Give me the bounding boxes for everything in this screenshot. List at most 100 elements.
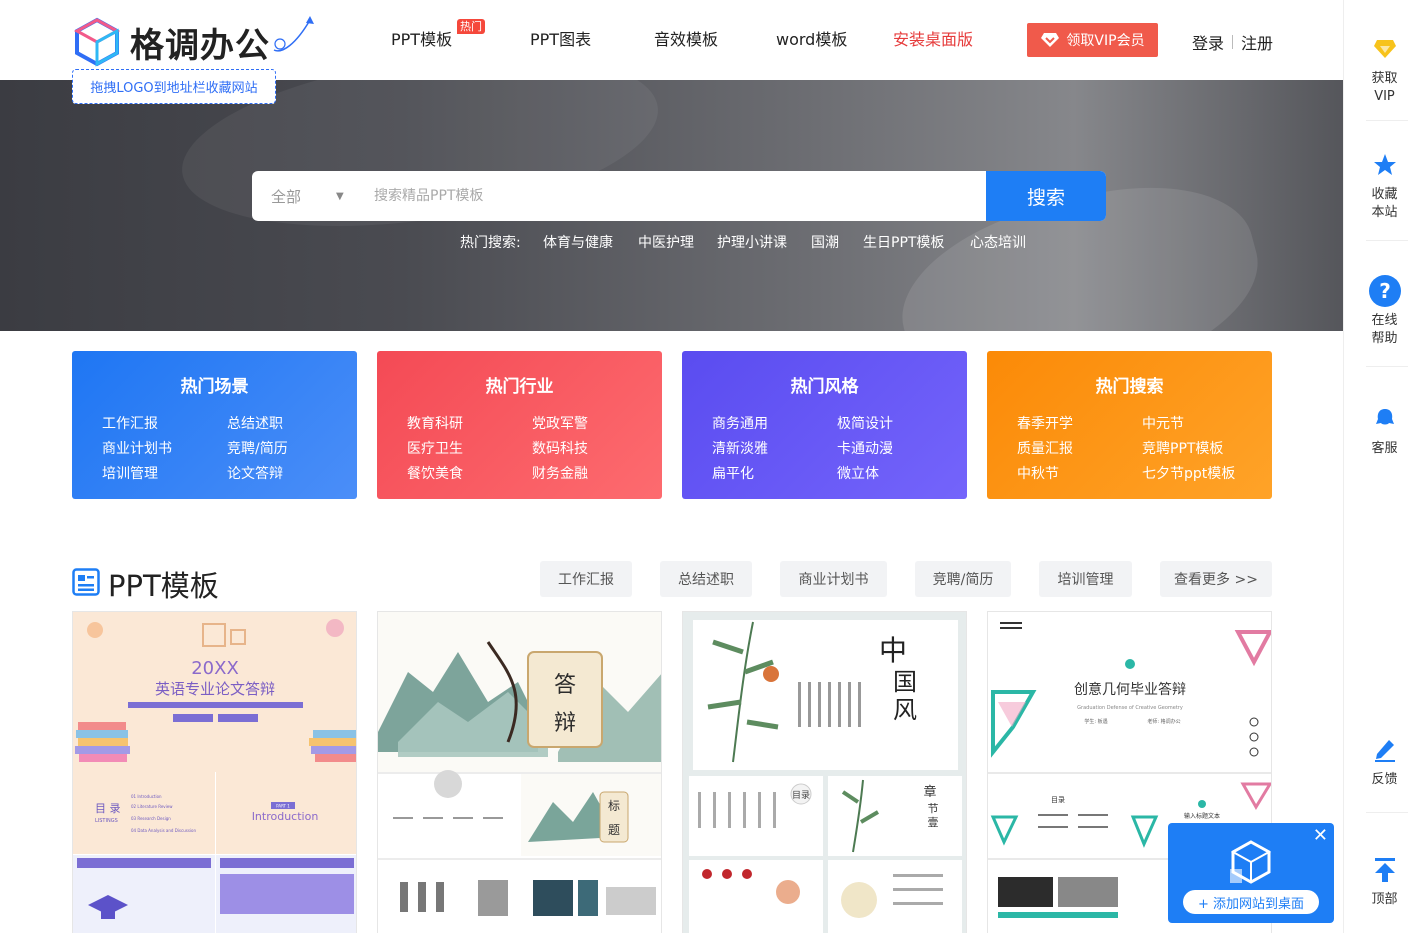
- search-input[interactable]: [352, 171, 986, 221]
- add-to-desktop-button[interactable]: + 添加网站到桌面: [1183, 890, 1319, 914]
- hot-search-term[interactable]: 护理小讲课: [717, 232, 787, 252]
- category-card-scenes: 热门场景 工作汇报 总结述职 商业计划书 竞聘/简历 培训管理 论文答辩: [72, 351, 357, 499]
- logo-drag-tip: 拖拽LOGO到地址栏收藏网站: [72, 69, 276, 104]
- logo-cube-icon: [73, 17, 121, 67]
- rail-divider: [1366, 366, 1408, 367]
- category-link[interactable]: 总结述职: [227, 413, 283, 433]
- thumbnail-text: 01 Introduction: [131, 794, 162, 799]
- login-link[interactable]: 登录: [1192, 30, 1224, 54]
- category-link[interactable]: 论文答辩: [227, 463, 283, 483]
- category-link[interactable]: 卡通动漫: [837, 438, 893, 458]
- close-icon[interactable]: ✕: [1313, 825, 1328, 846]
- thumbnail-text: 英语专业论文答辩: [155, 680, 275, 698]
- category-link[interactable]: 质量汇报: [1017, 438, 1073, 458]
- category-link[interactable]: 培训管理: [102, 463, 158, 483]
- hot-search-term[interactable]: 生日PPT模板: [863, 232, 944, 252]
- hot-search-term[interactable]: 国潮: [811, 232, 839, 252]
- thumbnail-text: 学生: 板遇: [1084, 718, 1107, 725]
- hot-search-term[interactable]: 中医护理: [638, 232, 694, 252]
- pen-icon: [1368, 733, 1402, 767]
- thumbnail-text: 老师: 格调办公: [1147, 718, 1180, 725]
- back-to-top-icon: [1368, 853, 1402, 887]
- hero-decoration: [171, 80, 669, 253]
- rail-label: 收藏本站: [1371, 187, 1398, 220]
- category-link[interactable]: 春季开学: [1017, 413, 1073, 433]
- category-title: 热门行业: [485, 377, 554, 397]
- category-card-styles: 热门风格 商务通用 极简设计 清新淡雅 卡通动漫 扁平化 微立体: [682, 351, 967, 499]
- category-link[interactable]: 中秋节: [1017, 463, 1059, 483]
- template-thumbnail[interactable]: 20XX 英语专业论文答辩 目 录 LISTINGS 01 Introducti…: [72, 611, 357, 933]
- nav-ppt-charts[interactable]: PPT图表: [530, 26, 591, 54]
- register-link[interactable]: 注册: [1241, 30, 1273, 54]
- hot-search-term[interactable]: 体育与健康: [543, 232, 613, 252]
- thumbnail-text: 国: [893, 668, 917, 696]
- category-link[interactable]: 教育科研: [407, 413, 463, 433]
- category-link[interactable]: 清新淡雅: [712, 438, 768, 458]
- hot-search-term[interactable]: 心态培训: [970, 232, 1026, 252]
- hero-banner: 全部 ▼ 搜索 热门搜索: 体育与健康 中医护理 护理小讲课 国潮 生日PPT模…: [0, 80, 1343, 331]
- logo[interactable]: 格调办公: [72, 14, 314, 70]
- search-category-select[interactable]: 全部 ▼: [252, 171, 352, 221]
- category-link[interactable]: 商务通用: [712, 413, 768, 433]
- thumbnail-text: 壹: [928, 816, 939, 829]
- rail-label: 客服: [1371, 441, 1398, 456]
- thumbnail-preview: 20XX 英语专业论文答辩 目 录 LISTINGS 01 Introducti…: [73, 612, 356, 933]
- search-category-value: 全部: [271, 187, 302, 206]
- section-tag[interactable]: 培训管理: [1039, 561, 1132, 597]
- nav-word-templates[interactable]: word模板: [776, 26, 847, 54]
- nav-ppt-templates[interactable]: PPT模板 热门: [391, 19, 485, 54]
- rail-feedback[interactable]: 反馈: [1344, 733, 1424, 789]
- rail-customer-service[interactable]: 客服: [1344, 402, 1424, 458]
- thumbnail-text: Introduction: [252, 810, 319, 823]
- nav-audio-templates[interactable]: 音效模板: [654, 26, 718, 54]
- section-tag[interactable]: 总结述职: [660, 561, 752, 597]
- add-to-desktop-popup: ✕ + 添加网站到桌面: [1168, 823, 1334, 923]
- thumbnail-preview: 中 国 风 目录 章 节 壹: [683, 612, 966, 933]
- auth-divider: [1232, 35, 1234, 49]
- help-icon: ?: [1368, 274, 1402, 308]
- rail-online-help[interactable]: ? 在线帮助: [1344, 274, 1424, 348]
- category-link[interactable]: 工作汇报: [102, 413, 158, 433]
- rail-divider: [1366, 240, 1408, 241]
- section-tag[interactable]: 商业计划书: [780, 561, 887, 597]
- header: 格调办公 拖拽LOGO到地址栏收藏网站 PPT模板 热门 PPT图表 音效模板 …: [0, 0, 1343, 104]
- category-link[interactable]: 中元节: [1142, 413, 1184, 433]
- rail-bookmark[interactable]: 收藏本站: [1344, 148, 1424, 222]
- category-link[interactable]: 医疗卫生: [407, 438, 463, 458]
- category-link[interactable]: 极简设计: [837, 413, 893, 433]
- thumbnail-text: 目 录: [95, 802, 121, 815]
- nav-install-desktop[interactable]: 安装桌面版: [893, 26, 973, 54]
- template-thumbnail[interactable]: 中 国 风 目录 章 节 壹: [682, 611, 967, 933]
- category-link[interactable]: 扁平化: [712, 463, 754, 483]
- category-link[interactable]: 微立体: [837, 463, 879, 483]
- logo-swoosh-icon: [273, 16, 314, 52]
- category-link[interactable]: 商业计划书: [102, 438, 172, 458]
- section-tag[interactable]: 竞聘/简历: [915, 561, 1011, 597]
- category-link[interactable]: 数码科技: [532, 438, 588, 458]
- rail-label: 在线帮助: [1371, 313, 1398, 346]
- thumbnail-text: 输入标题文本: [1184, 812, 1220, 820]
- right-sidebar: 获取VIP 收藏本站 ? 在线帮助 客服 反馈 顶部: [1343, 0, 1424, 933]
- thumbnail-text: 标: [608, 799, 620, 813]
- view-more-tag[interactable]: 查看更多 >>: [1160, 561, 1272, 597]
- get-vip-button[interactable]: 领取VIP会员: [1027, 23, 1158, 57]
- template-thumbnail[interactable]: 答 辩 标 题: [377, 611, 662, 933]
- category-link[interactable]: 财务金融: [532, 463, 588, 483]
- category-title: 热门风格: [790, 377, 859, 397]
- category-link[interactable]: 党政军警: [532, 413, 588, 433]
- page: 格调办公 拖拽LOGO到地址栏收藏网站 PPT模板 热门 PPT图表 音效模板 …: [0, 0, 1424, 933]
- category-link[interactable]: 七夕节ppt模板: [1142, 463, 1235, 483]
- thumbnail-text: 目录: [1051, 796, 1065, 804]
- category-link[interactable]: 竞聘/简历: [227, 438, 288, 458]
- thumbnail-text: 目录: [792, 790, 810, 801]
- rail-get-vip[interactable]: 获取VIP: [1344, 32, 1424, 106]
- thumbnail-text: 04 Data Analysis and Discussion: [131, 828, 196, 833]
- section-tag[interactable]: 工作汇报: [540, 561, 632, 597]
- thumbnail-text: 题: [608, 823, 620, 837]
- search-button[interactable]: 搜索: [986, 171, 1106, 221]
- thumbnail-text: Graduation Defense of Creative Geometry: [1077, 705, 1183, 711]
- category-link[interactable]: 餐饮美食: [407, 463, 463, 483]
- svg-text:?: ?: [1379, 279, 1391, 303]
- rail-back-to-top[interactable]: 顶部: [1344, 853, 1424, 909]
- category-link[interactable]: 竞聘PPT模板: [1142, 438, 1223, 458]
